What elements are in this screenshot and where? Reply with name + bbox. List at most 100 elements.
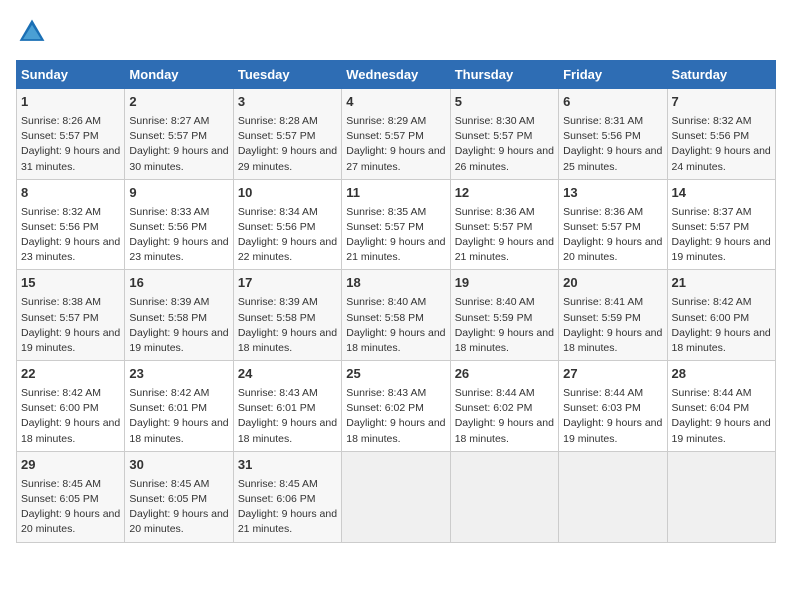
- day-number: 13: [563, 184, 662, 203]
- sunrise-text: Sunrise: 8:36 AM: [563, 205, 662, 220]
- daylight-text: Daylight: 9 hours and: [21, 235, 120, 250]
- daylight-text: Daylight: 9 hours and: [21, 416, 120, 431]
- calendar-cell: 22Sunrise: 8:42 AMSunset: 6:00 PMDayligh…: [17, 361, 125, 452]
- day-info: Sunrise: 8:45 AMSunset: 6:05 PMDaylight:…: [129, 477, 228, 538]
- sunset-text: Sunset: 6:05 PM: [21, 492, 120, 507]
- day-info: Sunrise: 8:42 AMSunset: 6:01 PMDaylight:…: [129, 386, 228, 447]
- daylight-text: Daylight: 9 hours and: [563, 144, 662, 159]
- daylight-minutes: 18 minutes.: [455, 341, 554, 356]
- daylight-text: Daylight: 9 hours and: [21, 326, 120, 341]
- daylight-minutes: 18 minutes.: [672, 341, 771, 356]
- sunset-text: Sunset: 5:56 PM: [563, 129, 662, 144]
- logo-icon: [16, 16, 48, 48]
- day-info: Sunrise: 8:44 AMSunset: 6:03 PMDaylight:…: [563, 386, 662, 447]
- daylight-text: Daylight: 9 hours and: [346, 416, 445, 431]
- day-info: Sunrise: 8:39 AMSunset: 5:58 PMDaylight:…: [129, 295, 228, 356]
- calendar-cell: 31Sunrise: 8:45 AMSunset: 6:06 PMDayligh…: [233, 451, 341, 542]
- daylight-minutes: 25 minutes.: [563, 160, 662, 175]
- sunrise-text: Sunrise: 8:40 AM: [455, 295, 554, 310]
- sunrise-text: Sunrise: 8:29 AM: [346, 114, 445, 129]
- day-number: 10: [238, 184, 337, 203]
- sunrise-text: Sunrise: 8:45 AM: [238, 477, 337, 492]
- day-number: 23: [129, 365, 228, 384]
- calendar-cell: 29Sunrise: 8:45 AMSunset: 6:05 PMDayligh…: [17, 451, 125, 542]
- day-number: 30: [129, 456, 228, 475]
- daylight-text: Daylight: 9 hours and: [21, 144, 120, 159]
- daylight-minutes: 27 minutes.: [346, 160, 445, 175]
- day-info: Sunrise: 8:34 AMSunset: 5:56 PMDaylight:…: [238, 205, 337, 266]
- day-number: 11: [346, 184, 445, 203]
- day-number: 14: [672, 184, 771, 203]
- sunrise-text: Sunrise: 8:32 AM: [21, 205, 120, 220]
- day-number: 29: [21, 456, 120, 475]
- daylight-minutes: 20 minutes.: [21, 522, 120, 537]
- calendar-cell: 8Sunrise: 8:32 AMSunset: 5:56 PMDaylight…: [17, 179, 125, 270]
- day-info: Sunrise: 8:42 AMSunset: 6:00 PMDaylight:…: [672, 295, 771, 356]
- sunrise-text: Sunrise: 8:44 AM: [455, 386, 554, 401]
- sunrise-text: Sunrise: 8:37 AM: [672, 205, 771, 220]
- sunrise-text: Sunrise: 8:34 AM: [238, 205, 337, 220]
- sunset-text: Sunset: 5:59 PM: [563, 311, 662, 326]
- daylight-text: Daylight: 9 hours and: [129, 235, 228, 250]
- daylight-text: Daylight: 9 hours and: [563, 416, 662, 431]
- day-info: Sunrise: 8:35 AMSunset: 5:57 PMDaylight:…: [346, 205, 445, 266]
- day-number: 17: [238, 274, 337, 293]
- sunset-text: Sunset: 6:01 PM: [129, 401, 228, 416]
- daylight-minutes: 19 minutes.: [21, 341, 120, 356]
- daylight-text: Daylight: 9 hours and: [672, 416, 771, 431]
- sunset-text: Sunset: 6:00 PM: [21, 401, 120, 416]
- sunset-text: Sunset: 5:57 PM: [672, 220, 771, 235]
- day-info: Sunrise: 8:28 AMSunset: 5:57 PMDaylight:…: [238, 114, 337, 175]
- sunset-text: Sunset: 5:57 PM: [346, 129, 445, 144]
- daylight-minutes: 21 minutes.: [346, 250, 445, 265]
- calendar-cell: 21 Sunrise: 8:42 AMSunset: 6:00 PMDayligh…: [667, 270, 775, 361]
- day-info: Sunrise: 8:32 AMSunset: 5:56 PMDaylight:…: [21, 205, 120, 266]
- day-info: Sunrise: 8:43 AMSunset: 6:02 PMDaylight:…: [346, 386, 445, 447]
- day-number: 26: [455, 365, 554, 384]
- header: [16, 16, 776, 48]
- daylight-text: Daylight: 9 hours and: [129, 416, 228, 431]
- daylight-text: Daylight: 9 hours and: [346, 326, 445, 341]
- daylight-text: Daylight: 9 hours and: [129, 144, 228, 159]
- calendar-cell: 3Sunrise: 8:28 AMSunset: 5:57 PMDaylight…: [233, 89, 341, 180]
- sunrise-text: Sunrise: 8:32 AM: [672, 114, 771, 129]
- sunrise-text: Sunrise: 8:36 AM: [455, 205, 554, 220]
- day-info: Sunrise: 8:36 AMSunset: 5:57 PMDaylight:…: [455, 205, 554, 266]
- calendar-cell: 15Sunrise: 8:38 AMSunset: 5:57 PMDayligh…: [17, 270, 125, 361]
- sunrise-text: Sunrise: 8:42 AM: [672, 295, 771, 310]
- sunset-text: Sunset: 5:57 PM: [21, 129, 120, 144]
- day-number: 18: [346, 274, 445, 293]
- sunset-text: Sunset: 6:02 PM: [455, 401, 554, 416]
- calendar-body: 1Sunrise: 8:26 AMSunset: 5:57 PMDaylight…: [17, 89, 776, 543]
- day-info: Sunrise: 8:44 AMSunset: 6:02 PMDaylight:…: [455, 386, 554, 447]
- sunrise-text: Sunrise: 8:38 AM: [21, 295, 120, 310]
- daylight-text: Daylight: 9 hours and: [455, 235, 554, 250]
- sunrise-text: Sunrise: 8:44 AM: [563, 386, 662, 401]
- day-info: Sunrise: 8:37 AMSunset: 5:57 PMDaylight:…: [672, 205, 771, 266]
- day-number: 4: [346, 93, 445, 112]
- daylight-minutes: 23 minutes.: [21, 250, 120, 265]
- daylight-minutes: 26 minutes.: [455, 160, 554, 175]
- week-row: 22Sunrise: 8:42 AMSunset: 6:00 PMDayligh…: [17, 361, 776, 452]
- calendar-cell: 4Sunrise: 8:29 AMSunset: 5:57 PMDaylight…: [342, 89, 450, 180]
- calendar-cell: 9Sunrise: 8:33 AMSunset: 5:56 PMDaylight…: [125, 179, 233, 270]
- sunrise-text: Sunrise: 8:39 AM: [238, 295, 337, 310]
- day-info: Sunrise: 8:26 AMSunset: 5:57 PMDaylight:…: [21, 114, 120, 175]
- day-number: 21: [672, 274, 771, 293]
- sunset-text: Sunset: 5:58 PM: [346, 311, 445, 326]
- sunset-text: Sunset: 6:05 PM: [129, 492, 228, 507]
- daylight-minutes: 18 minutes.: [455, 432, 554, 447]
- day-info: Sunrise: 8:45 AMSunset: 6:06 PMDaylight:…: [238, 477, 337, 538]
- daylight-text: Daylight: 9 hours and: [238, 507, 337, 522]
- day-info: Sunrise: 8:43 AMSunset: 6:01 PMDaylight:…: [238, 386, 337, 447]
- sunset-text: Sunset: 5:59 PM: [455, 311, 554, 326]
- sunset-text: Sunset: 6:00 PM: [672, 311, 771, 326]
- day-info: Sunrise: 8:38 AMSunset: 5:57 PMDaylight:…: [21, 295, 120, 356]
- daylight-minutes: 30 minutes.: [129, 160, 228, 175]
- sunset-text: Sunset: 5:57 PM: [346, 220, 445, 235]
- sunrise-text: Sunrise: 8:30 AM: [455, 114, 554, 129]
- header-row: SundayMondayTuesdayWednesdayThursdayFrid…: [17, 61, 776, 89]
- sunset-text: Sunset: 6:04 PM: [672, 401, 771, 416]
- sunrise-text: Sunrise: 8:44 AM: [672, 386, 771, 401]
- daylight-text: Daylight: 9 hours and: [238, 144, 337, 159]
